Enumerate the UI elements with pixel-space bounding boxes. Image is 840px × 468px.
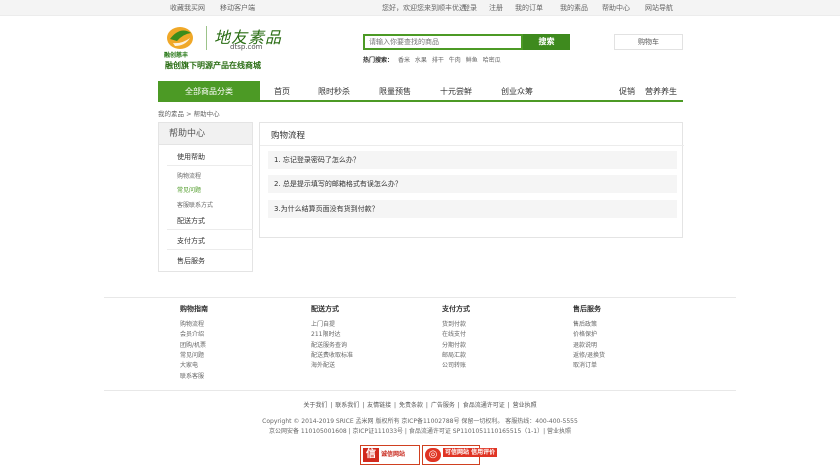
faq-item[interactable]: 2. 总是提示填写的邮箱格式有误怎么办？ <box>268 175 677 193</box>
footer-link[interactable]: 配送费收取标准 <box>311 350 353 359</box>
logo-domain: dtsp.com <box>230 43 263 51</box>
faq-item[interactable]: 3.为什么结算页面没有货到付款？ <box>268 200 677 218</box>
footer-link-ads[interactable]: 广告服务 <box>431 402 455 409</box>
nav-flash-sale[interactable]: 限时秒杀 <box>318 86 350 97</box>
sidebar-item-shopping-flow[interactable]: 购物流程 <box>177 171 201 180</box>
footer-link[interactable]: 分期付款 <box>442 340 466 349</box>
footer-divider <box>104 297 736 298</box>
footer-link[interactable]: 联系客服 <box>180 371 204 380</box>
nav-presale[interactable]: 限量预售 <box>379 86 411 97</box>
main-nav: 全部商品分类 首页 限时秒杀 限量预售 十元尝鲜 创业众筹 促销 营养养生 <box>158 81 683 102</box>
register-link[interactable]: 注册 <box>489 3 503 13</box>
my-account-link[interactable]: 我的素品 <box>560 3 588 13</box>
nav-nutrition[interactable]: 营养养生 <box>645 86 677 97</box>
logo-icon[interactable] <box>165 24 195 50</box>
bookmark-link[interactable]: 收藏我买网 <box>170 3 205 13</box>
copyright-line: Copyright © 2014-2019 SRICE 孟米网 版权所有 京IC… <box>262 418 578 425</box>
badge-label: 可信网站 信用评价 <box>443 448 498 458</box>
sidebar-divider <box>167 229 253 230</box>
mobile-app-link[interactable]: 移动客户端 <box>220 3 255 13</box>
hot-search-item[interactable]: 哈密瓜 <box>483 57 501 64</box>
my-orders-link[interactable]: 我的订单 <box>515 3 543 13</box>
hot-search-item[interactable]: 牛肉 <box>449 57 461 64</box>
hot-search-item[interactable]: 水果 <box>415 57 427 64</box>
footer-link[interactable]: 退款说明 <box>573 340 597 349</box>
nav-promotions[interactable]: 促销 <box>619 86 635 97</box>
footer-link[interactable]: 货到付款 <box>442 319 466 328</box>
panel-divider <box>260 145 684 146</box>
footer-col-title: 购物指南 <box>180 305 208 313</box>
hot-searches: 热门搜索： 香米 水果 排干 牛肉 鲜鱼 哈密瓜 <box>363 55 501 64</box>
search-box <box>363 34 523 50</box>
sidebar-divider <box>167 249 253 250</box>
cart-button[interactable]: 购物车 <box>614 34 683 50</box>
license-line: 京公网安备 110105001608 | 京ICP证111033号 | 食品流通… <box>268 428 571 435</box>
footer-divider <box>104 390 736 391</box>
footer-link-food-license[interactable]: 食品流通许可证 <box>463 402 505 409</box>
footer-link[interactable]: 海外配送 <box>311 360 335 369</box>
panel-title: 购物流程 <box>271 131 306 141</box>
footer-col-title: 售后服务 <box>573 305 601 313</box>
all-categories-button[interactable]: 全部商品分类 <box>158 81 260 102</box>
nav-ten-yuan[interactable]: 十元尝鲜 <box>440 86 472 97</box>
trust-badge-credit[interactable]: 信 诚信网站 <box>360 445 420 465</box>
nav-home[interactable]: 首页 <box>274 86 290 97</box>
footer-link[interactable]: 购物流程 <box>180 319 204 328</box>
sidebar-cat-aftersales[interactable]: 售后服务 <box>177 256 205 266</box>
welcome-text: 您好，欢迎您来到顺丰优选 <box>382 4 466 12</box>
logo-subtitle: 融创慈丰 <box>164 52 189 59</box>
footer-col-title: 配送方式 <box>311 305 339 313</box>
sidebar-title: 帮助中心 <box>159 123 252 145</box>
footer-link[interactable]: 取消订单 <box>573 360 597 369</box>
footer-link[interactable]: 团购/机票 <box>180 340 206 349</box>
shield-seal-icon: ◎ <box>425 448 441 462</box>
hot-search-label: 热门搜索： <box>363 57 394 64</box>
sidebar-item-contact[interactable]: 客服联系方式 <box>177 200 213 209</box>
footer-link[interactable]: 211限时达 <box>311 329 340 338</box>
nav-crowdfunding[interactable]: 创业众筹 <box>501 86 533 97</box>
footer-col-title: 支付方式 <box>442 305 470 313</box>
footer-link-business-license[interactable]: 营业执照 <box>513 402 537 409</box>
footer-link[interactable]: 公司转账 <box>442 360 466 369</box>
footer-link-friends[interactable]: 友情链接 <box>367 402 391 409</box>
help-sidebar: 帮助中心 使用帮助 购物流程 常见问题 客服联系方式 配送方式 支付方式 售后服… <box>158 122 253 272</box>
sidebar-divider <box>167 165 253 166</box>
footer-links: 关于我们 | 联系我们 | 友情链接 | 免责条款 | 广告服务 | 食品流通许… <box>303 402 537 409</box>
help-center-link[interactable]: 帮助中心 <box>602 3 630 13</box>
hot-search-item[interactable]: 鲜鱼 <box>466 57 478 64</box>
sidebar-cat-usage[interactable]: 使用帮助 <box>177 152 205 162</box>
footer-link[interactable]: 返修/退换货 <box>573 350 605 359</box>
footer-link[interactable]: 常见问题 <box>180 350 204 359</box>
top-bar: 收藏我买网 移动客户端 您好，欢迎您来到顺丰优选 登录 注册 我的订单 我的素品… <box>0 0 840 16</box>
footer-link-contact[interactable]: 联系我们 <box>335 402 359 409</box>
footer-link[interactable]: 大家电 <box>180 360 198 369</box>
hot-search-item[interactable]: 香米 <box>398 57 410 64</box>
site-slogan: 融创旗下明源产品在线商城 <box>165 61 261 70</box>
logo-divider <box>206 26 207 50</box>
footer-link[interactable]: 邮局汇款 <box>442 350 466 359</box>
footer-link[interactable]: 上门自提 <box>311 319 335 328</box>
footer-link[interactable]: 售后政策 <box>573 319 597 328</box>
sidebar-item-faq[interactable]: 常见问题 <box>177 185 201 194</box>
search-button[interactable]: 搜索 <box>523 34 570 50</box>
login-link[interactable]: 登录 <box>463 3 477 13</box>
footer-link[interactable]: 价格保护 <box>573 329 597 338</box>
sitemap-link[interactable]: 网站导航 <box>645 3 673 13</box>
hot-search-item[interactable]: 排干 <box>432 57 444 64</box>
footer-link[interactable]: 在线支付 <box>442 329 466 338</box>
breadcrumb: 我的素品 > 帮助中心 <box>158 110 220 118</box>
faq-panel: 购物流程 1. 忘记登录密码了怎么办？ 2. 总是提示填写的邮箱格式有误怎么办？… <box>259 122 684 238</box>
footer-link-about[interactable]: 关于我们 <box>303 402 327 409</box>
faq-item[interactable]: 1. 忘记登录密码了怎么办？ <box>268 151 677 169</box>
credit-seal-icon: 信 <box>363 448 379 462</box>
footer-link[interactable]: 会员介绍 <box>180 329 204 338</box>
footer-link[interactable]: 配送服务查询 <box>311 340 347 349</box>
footer-link-disclaimer[interactable]: 免责条款 <box>399 402 423 409</box>
sidebar-cat-payment[interactable]: 支付方式 <box>177 236 205 246</box>
badge-label: 诚信网站 <box>381 451 406 458</box>
trust-badge-trusted[interactable]: ◎ 可信网站 信用评价 <box>422 445 498 465</box>
sidebar-cat-delivery[interactable]: 配送方式 <box>177 216 205 226</box>
search-input[interactable] <box>365 36 521 48</box>
